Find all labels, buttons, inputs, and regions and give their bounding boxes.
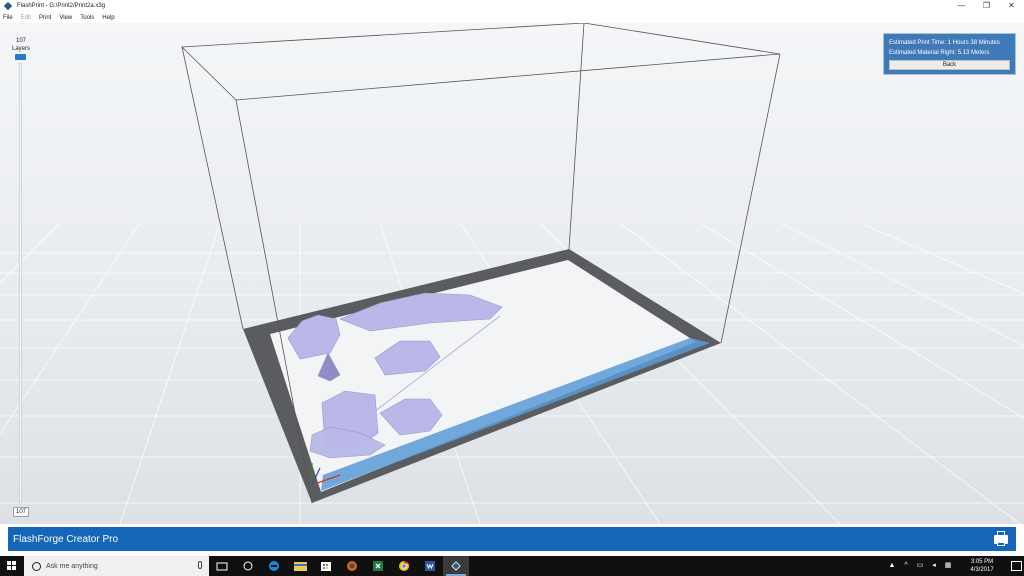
keyboard-icon[interactable]: ▦: [942, 556, 954, 576]
store-icon[interactable]: [313, 556, 339, 576]
restore-button[interactable]: ❐: [974, 0, 999, 12]
taskbar-search[interactable]: Ask me anything: [24, 556, 209, 576]
layer-indicator-top: 107 Layers: [9, 37, 33, 53]
minimize-button[interactable]: —: [949, 0, 974, 12]
notification-warning-icon[interactable]: ▲: [886, 556, 898, 576]
flashprint-taskbar-icon[interactable]: [443, 556, 469, 576]
excel-icon[interactable]: [365, 556, 391, 576]
clock-time: 3:05 PM: [970, 559, 994, 565]
file-explorer-icon[interactable]: [287, 556, 313, 576]
menu-file[interactable]: File: [3, 15, 13, 21]
chrome-icon[interactable]: [391, 556, 417, 576]
clock-date: 4/3/2017: [970, 567, 994, 573]
search-placeholder: Ask me anything: [46, 562, 98, 570]
3d-viewport[interactable]: 107 Layers 107 Estimated Print Time: 1 H…: [0, 23, 1024, 524]
title-bar: FlashPrint - G:/Print2/Print2a.x3g — ❐ ✕: [0, 0, 1024, 12]
flashprint-logo-icon: [4, 2, 12, 10]
window-controls: — ❐ ✕: [949, 0, 1024, 12]
taskbar-clock[interactable]: 3:05 PM 4/3/2017: [962, 558, 1002, 574]
back-button[interactable]: Back: [889, 60, 1010, 70]
layer-slider-thumb[interactable]: [15, 54, 26, 60]
menu-print[interactable]: Print: [39, 15, 51, 21]
printer-name: FlashForge Creator Pro: [13, 533, 119, 545]
show-hidden-icons-icon[interactable]: ^: [900, 556, 912, 576]
layer-top-label: Layers: [11, 46, 30, 52]
layer-slider-track[interactable]: [19, 63, 22, 503]
edge-icon[interactable]: [261, 556, 287, 576]
scene-svg: [0, 23, 1024, 524]
printer-icon[interactable]: [994, 531, 1008, 547]
volume-icon[interactable]: ◂: [928, 556, 940, 576]
word-icon[interactable]: [417, 556, 443, 576]
menu-edit[interactable]: Edit: [21, 15, 31, 21]
build-plate: [243, 249, 721, 503]
flashprint-window: FlashPrint - G:/Print2/Print2a.x3g — ❐ ✕…: [0, 0, 1024, 576]
layer-top-value: 107: [15, 38, 26, 44]
estimated-material: Estimated Material Right: 5.13 Meters: [889, 50, 990, 56]
menu-bar: File Edit Print View Tools Help: [0, 12, 1024, 23]
system-tray: ▲ ^ ▭ ◂ ▦ 3:05 PM 4/3/2017: [886, 556, 1024, 576]
action-center-icon[interactable]: [1008, 556, 1024, 576]
network-icon[interactable]: ▭: [914, 556, 926, 576]
layer-bottom-field[interactable]: 107: [13, 507, 29, 517]
menu-tools[interactable]: Tools: [80, 15, 94, 21]
start-button[interactable]: [0, 556, 24, 576]
estimated-print-time: Estimated Print Time: 1 Hours 38 Minutes: [889, 40, 1000, 46]
menu-view[interactable]: View: [59, 15, 72, 21]
print-estimate-panel: Estimated Print Time: 1 Hours 38 Minutes…: [883, 33, 1016, 75]
window-title: FlashPrint - G:/Print2/Print2a.x3g: [17, 3, 106, 9]
microphone-icon[interactable]: [198, 561, 202, 569]
close-button[interactable]: ✕: [999, 0, 1024, 12]
printer-status-bar: FlashForge Creator Pro: [8, 527, 1016, 551]
headset-icon[interactable]: [235, 556, 261, 576]
taskbar: Ask me anything ▲ ^ ▭ ◂ ▦ 3:05 PM 4/3/20…: [0, 556, 1024, 576]
menu-help[interactable]: Help: [102, 15, 114, 21]
cortana-icon: [32, 561, 41, 571]
firefox-icon[interactable]: [339, 556, 365, 576]
task-view-icon[interactable]: [209, 556, 235, 576]
